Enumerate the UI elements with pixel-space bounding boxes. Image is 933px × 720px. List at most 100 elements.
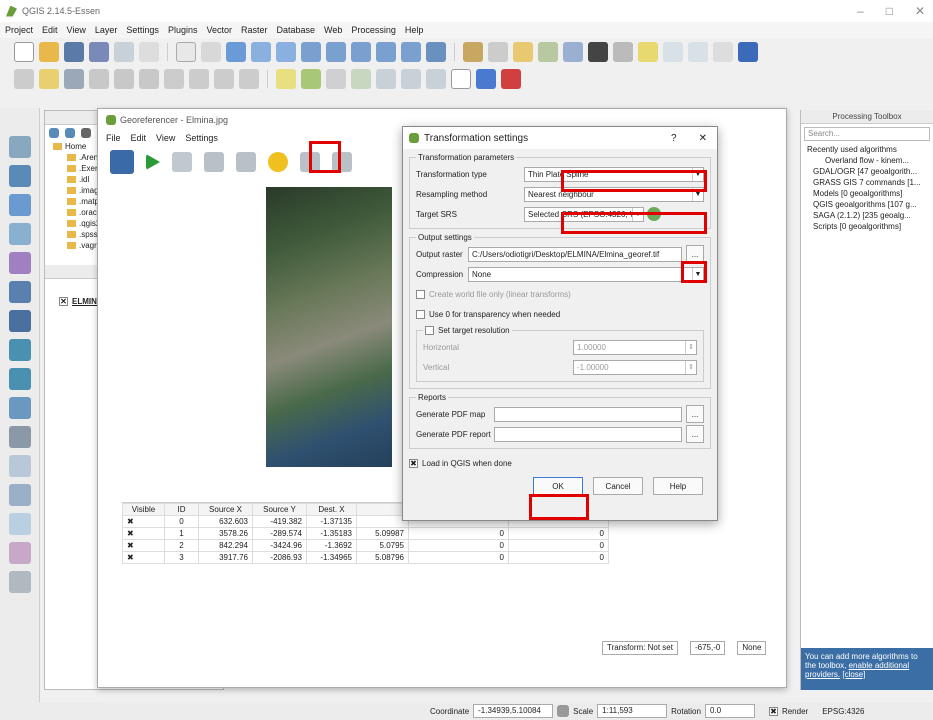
menu-help[interactable]: Help — [405, 25, 424, 35]
help-button[interactable]: Help — [653, 477, 703, 496]
zoom-selection-icon[interactable] — [326, 42, 346, 62]
paste-features-icon[interactable] — [239, 69, 259, 89]
transparency-checkbox[interactable] — [416, 309, 425, 319]
processing-item[interactable]: Models [0 geoalgorithms] — [801, 188, 933, 199]
add-vector-layer-icon[interactable] — [8, 136, 31, 158]
menu-plugins[interactable]: Plugins — [168, 25, 198, 35]
coordinate-field[interactable]: -1.34939,5.10084 — [473, 704, 554, 718]
table-row[interactable]: ✖ 1 3578.26 -289.574 -1.35183 5.09987 0 … — [122, 527, 609, 540]
horizontal-spinbox[interactable]: 1.00000 ⇕ — [573, 339, 697, 355]
processing-search-input[interactable]: Search... — [804, 127, 930, 141]
new-gpx-icon[interactable] — [8, 542, 31, 564]
maximize-icon[interactable]: □ — [886, 4, 893, 18]
world-file-checkbox[interactable] — [416, 289, 425, 299]
new-shapefile-icon[interactable] — [8, 484, 31, 506]
pdf-report-input[interactable] — [494, 426, 682, 442]
print-composer-icon[interactable] — [114, 42, 134, 62]
field-calculator-icon[interactable] — [588, 42, 608, 62]
delete-selected-icon[interactable] — [164, 69, 184, 89]
zoom-full-icon[interactable] — [301, 42, 321, 62]
save-gcp-points-icon[interactable] — [236, 152, 256, 172]
col-source-y[interactable]: Source Y — [252, 503, 307, 516]
add-wfs-icon[interactable] — [8, 397, 31, 419]
new-spatialite-icon[interactable] — [8, 513, 31, 535]
scale-field[interactable]: 1:11,593 — [597, 704, 668, 718]
menu-project[interactable]: Project — [5, 25, 33, 35]
toggle-editing-icon[interactable] — [39, 69, 59, 89]
open-raster-icon[interactable] — [110, 150, 134, 174]
menu-raster[interactable]: Raster — [241, 25, 268, 35]
processing-item[interactable]: SAGA (2.1.2) [235 geoalg... — [801, 210, 933, 221]
new-bookmark-icon[interactable] — [663, 42, 683, 62]
menu-settings[interactable]: Settings — [126, 25, 159, 35]
load-gcp-points-icon[interactable] — [204, 152, 224, 172]
menu-layer[interactable]: Layer — [95, 25, 118, 35]
deselect-icon[interactable] — [513, 42, 533, 62]
label-highlight-icon[interactable] — [426, 69, 446, 89]
pin-labels-icon[interactable] — [301, 69, 321, 89]
select-features-icon[interactable] — [488, 42, 508, 62]
col-dest-y[interactable] — [356, 503, 409, 516]
target-resolution-checkbox[interactable] — [425, 326, 434, 336]
zoom-next-icon[interactable] — [401, 42, 421, 62]
table-row[interactable]: ✖ 3 3917.76 -2086.93 -1.34965 5.08796 0 … — [122, 551, 609, 564]
composer-manager-icon[interactable] — [139, 42, 159, 62]
generate-gdal-script-icon[interactable] — [172, 152, 192, 172]
close-icon[interactable]: ✕ — [915, 4, 925, 18]
col-id[interactable]: ID — [164, 503, 199, 516]
toggle-extents-icon[interactable] — [557, 705, 570, 717]
add-spatialite-icon[interactable] — [8, 223, 31, 245]
output-raster-input[interactable]: C:/Users/odiotigri/Desktop/ELMINA/Elmina… — [468, 246, 682, 262]
menu-web[interactable]: Web — [324, 25, 342, 35]
pdf-report-browse-button[interactable]: ... — [686, 425, 704, 444]
add-feature-icon[interactable] — [89, 69, 109, 89]
filter-icon[interactable] — [81, 128, 91, 138]
col-source-x[interactable]: Source X — [198, 503, 253, 516]
refresh-icon[interactable] — [65, 128, 75, 138]
add-delimited-text-icon[interactable] — [8, 426, 31, 448]
transformation-settings-icon[interactable] — [268, 152, 288, 172]
zoom-in-icon[interactable] — [251, 42, 271, 62]
show-bookmarks-icon[interactable] — [688, 42, 708, 62]
georef-crs-status[interactable]: None — [737, 641, 767, 655]
add-oracle-icon[interactable] — [8, 281, 31, 303]
change-label-icon[interactable] — [401, 69, 421, 89]
pan-icon[interactable] — [201, 42, 221, 62]
raster-image[interactable] — [266, 187, 392, 467]
processing-item[interactable]: GRASS GIS 7 commands [1... — [801, 177, 933, 188]
new-temp-layer-icon[interactable] — [8, 571, 31, 593]
add-db2-icon[interactable] — [8, 310, 31, 332]
add-raster-layer-icon[interactable] — [8, 165, 31, 187]
visible-checkbox[interactable]: ✖ — [122, 527, 165, 540]
text-annotation-icon[interactable] — [713, 42, 733, 62]
open-attribute-table-icon[interactable] — [538, 42, 558, 62]
processing-item[interactable]: QGIS geoalgorithms [107 g... — [801, 199, 933, 210]
move-label-icon[interactable] — [351, 69, 371, 89]
save-as-icon[interactable] — [89, 42, 109, 62]
georef-menu-file[interactable]: File — [106, 133, 121, 143]
gdal-icon[interactable] — [501, 69, 521, 89]
zoom-last-icon[interactable] — [376, 42, 396, 62]
cancel-button[interactable]: Cancel — [593, 477, 643, 496]
dialog-close-icon[interactable]: ✕ — [699, 133, 707, 144]
processing-item[interactable]: GDAL/OGR [47 geoalgorith... — [801, 166, 933, 177]
georef-menu-settings[interactable]: Settings — [185, 133, 218, 143]
statistics-icon[interactable] — [563, 42, 583, 62]
help-icon[interactable] — [738, 42, 758, 62]
add-mssql-icon[interactable] — [8, 252, 31, 274]
current-edits-icon[interactable] — [14, 69, 34, 89]
zoom-out-icon[interactable] — [276, 42, 296, 62]
minimize-icon[interactable]: – — [857, 4, 864, 18]
menu-edit[interactable]: Edit — [42, 25, 58, 35]
visible-checkbox[interactable]: ✖ — [122, 515, 165, 528]
move-feature-icon[interactable] — [114, 69, 134, 89]
add-virtual-layer-icon[interactable] — [8, 455, 31, 477]
copy-features-icon[interactable] — [214, 69, 234, 89]
add-selected-icon[interactable] — [49, 128, 59, 138]
visible-checkbox[interactable]: ✖ — [122, 551, 165, 564]
add-wms-icon[interactable] — [8, 339, 31, 361]
processing-item[interactable]: Recently used algorithms — [801, 144, 933, 155]
menu-vector[interactable]: Vector — [206, 25, 232, 35]
measure-icon[interactable] — [613, 42, 633, 62]
close-note-link[interactable]: [close] — [842, 670, 865, 679]
